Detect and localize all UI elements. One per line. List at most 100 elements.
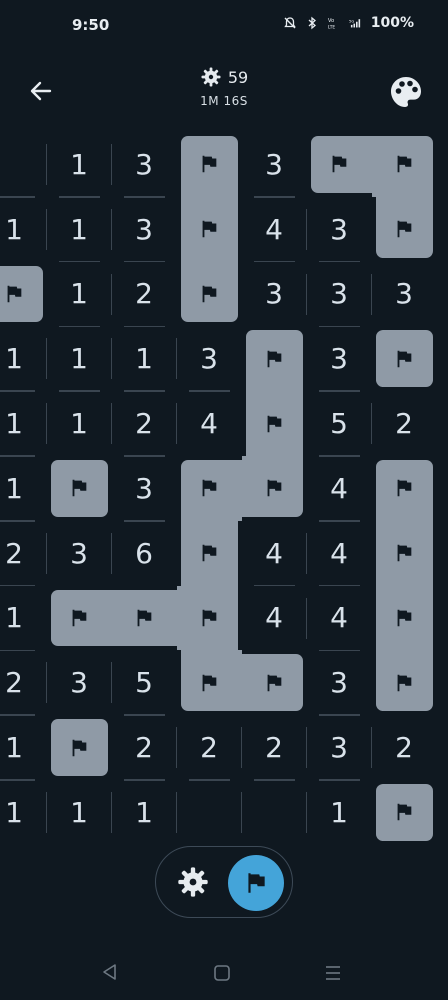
revealed-empty-cell[interactable]	[242, 780, 307, 845]
status-icons: Vo LTE 5G 100%	[283, 15, 414, 31]
number-cell[interactable]: 2	[372, 391, 437, 456]
flag-icon	[267, 674, 282, 692]
cell-number: 1	[70, 342, 88, 376]
number-cell[interactable]: 4	[242, 197, 307, 262]
cell-number: 2	[5, 536, 23, 570]
flag-icon	[202, 674, 217, 692]
system-nav-bar	[0, 950, 448, 1000]
number-cell[interactable]: 5	[112, 650, 177, 715]
number-cell[interactable]: 5	[307, 391, 372, 456]
number-cell[interactable]: 2	[177, 715, 242, 780]
cell-number: 4	[265, 601, 283, 635]
cell-number: 1	[5, 471, 23, 505]
back-button[interactable]	[24, 74, 58, 108]
number-cell[interactable]: 3	[307, 650, 372, 715]
theme-palette-button[interactable]	[386, 72, 426, 112]
cell-number: 1	[70, 795, 88, 829]
number-cell[interactable]: 1	[47, 262, 112, 327]
number-cell[interactable]: 2	[112, 391, 177, 456]
number-cell[interactable]: 1	[47, 780, 112, 845]
number-cell[interactable]: 4	[177, 391, 242, 456]
mines-remaining: 59	[227, 67, 249, 87]
number-cell[interactable]: 1	[0, 715, 47, 780]
number-cell[interactable]: 3	[242, 262, 307, 327]
number-cell[interactable]: 1	[47, 391, 112, 456]
cell-number: 3	[265, 277, 283, 311]
flag-icon	[397, 480, 412, 497]
cell-number: 4	[330, 536, 348, 570]
number-cell[interactable]: 3	[112, 197, 177, 262]
cell-number: 5	[330, 407, 348, 441]
flag-icon	[397, 674, 412, 692]
number-cell[interactable]: 2	[112, 715, 177, 780]
flag-icon	[202, 544, 217, 562]
number-cell[interactable]: 1	[47, 197, 112, 262]
number-cell[interactable]: 4	[242, 521, 307, 586]
revealed-empty-cell[interactable]	[177, 780, 242, 845]
flag-icon	[7, 285, 22, 303]
reveal-mode-button[interactable]	[168, 857, 218, 907]
flag-icon	[72, 609, 87, 627]
number-cell[interactable]: 3	[307, 262, 372, 327]
number-cell[interactable]: 2	[112, 262, 177, 327]
revealed-empty-cell[interactable]	[0, 132, 47, 197]
mine-icon	[201, 67, 221, 87]
nav-recents-icon[interactable]	[324, 964, 342, 982]
number-cell[interactable]: 3	[372, 262, 437, 327]
number-cell[interactable]: 3	[47, 521, 112, 586]
nav-back-icon[interactable]	[100, 962, 120, 982]
5g-signal-icon: 5G	[349, 18, 360, 28]
flag-icon	[202, 285, 217, 303]
number-cell[interactable]: 1	[112, 326, 177, 391]
number-cell[interactable]: 2	[0, 521, 47, 586]
cell-number: 4	[330, 471, 348, 505]
number-cell[interactable]: 4	[307, 521, 372, 586]
flag-icon	[202, 220, 217, 238]
number-cell[interactable]: 3	[307, 197, 372, 262]
cell-number: 1	[135, 795, 153, 829]
number-cell[interactable]: 6	[112, 521, 177, 586]
number-cell[interactable]: 1	[0, 456, 47, 521]
flag-icon	[267, 350, 282, 368]
cell-number: 4	[200, 407, 218, 441]
number-cell[interactable]: 4	[307, 586, 372, 651]
volte-icon: Vo LTE	[328, 18, 335, 30]
cell-number: 3	[135, 147, 153, 181]
number-cell[interactable]: 1	[307, 780, 372, 845]
number-cell[interactable]: 3	[307, 715, 372, 780]
cell-number: 1	[5, 795, 23, 829]
number-cell[interactable]: 4	[307, 456, 372, 521]
cell-number: 3	[395, 277, 413, 311]
cell-number: 4	[330, 601, 348, 635]
number-cell[interactable]: 1	[0, 326, 47, 391]
number-cell[interactable]: 3	[112, 456, 177, 521]
nav-home-icon[interactable]	[213, 964, 231, 982]
cell-number: 2	[135, 407, 153, 441]
number-cell[interactable]: 3	[47, 650, 112, 715]
status-bar: 9:50 Vo LTE 5G 100%	[0, 0, 448, 52]
flag-mode-button[interactable]	[228, 855, 284, 911]
number-cell[interactable]: 2	[242, 715, 307, 780]
number-cell[interactable]: 1	[0, 197, 47, 262]
number-cell[interactable]: 3	[242, 132, 307, 197]
number-cell[interactable]: 1	[0, 780, 47, 845]
cell-number: 1	[5, 342, 23, 376]
number-cell[interactable]: 1	[47, 326, 112, 391]
flag-icon	[332, 156, 347, 173]
mine-counter: 59	[150, 66, 298, 88]
number-cell[interactable]: 1	[47, 132, 112, 197]
number-cell[interactable]: 1	[112, 780, 177, 845]
cell-number: 5	[135, 666, 153, 700]
number-cell[interactable]: 4	[242, 586, 307, 651]
number-cell[interactable]: 3	[177, 326, 242, 391]
number-cell[interactable]: 3	[307, 326, 372, 391]
number-cell[interactable]: 3	[112, 132, 177, 197]
flag-icon	[397, 804, 412, 821]
number-cell[interactable]: 2	[372, 715, 437, 780]
cell-number: 3	[265, 147, 283, 181]
number-cell[interactable]: 2	[0, 650, 47, 715]
flag-icon	[397, 544, 412, 562]
number-cell[interactable]: 1	[0, 391, 47, 456]
number-cell[interactable]: 1	[0, 586, 47, 651]
cell-number: 2	[5, 666, 23, 700]
